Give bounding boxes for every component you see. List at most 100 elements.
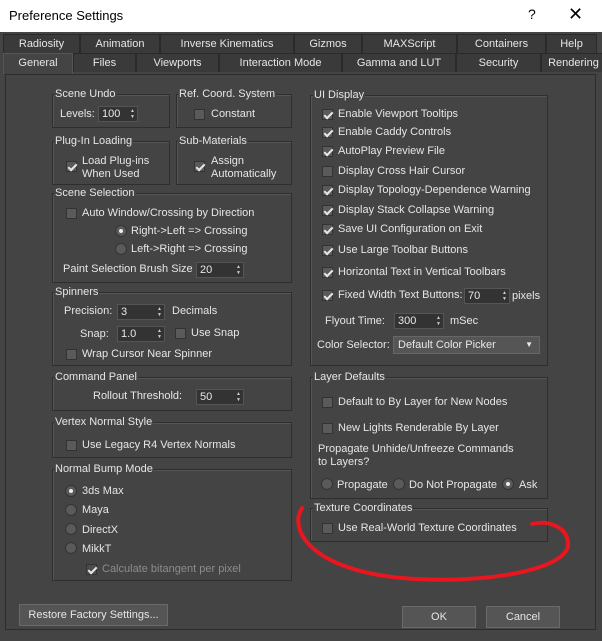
do-not-propagate-radio[interactable]: [393, 478, 405, 490]
load-plugins-label1: Load Plug-ins: [82, 155, 150, 167]
restore-factory-button[interactable]: Restore Factory Settings...: [19, 604, 168, 626]
caddy-controls-label: Enable Caddy Controls: [338, 126, 452, 138]
spinner-arrows-icon: ▲ ▼: [236, 264, 241, 276]
spinner-arrows-icon: ▲ ▼: [502, 290, 507, 302]
load-plugins-checkbox[interactable]: [66, 161, 77, 172]
tab-rendering[interactable]: Rendering: [541, 53, 602, 72]
use-snap-checkbox[interactable]: [175, 328, 186, 339]
levels-spinner[interactable]: 100 ▲ ▼: [98, 106, 138, 122]
fixed-width-spinner[interactable]: 70 ▲ ▼: [464, 288, 510, 304]
normal-bump-title: Normal Bump Mode: [54, 463, 154, 475]
paint-brush-value: 20: [200, 264, 213, 276]
tab-general[interactable]: General: [3, 53, 73, 74]
tab-gizmos[interactable]: Gizmos: [294, 34, 362, 53]
tab-radiosity[interactable]: Radiosity: [3, 34, 80, 53]
save-ui-label: Save UI Configuration on Exit: [338, 223, 483, 235]
flyout-spinner[interactable]: 300 ▲ ▼: [394, 313, 444, 329]
tab-gamma-lut[interactable]: Gamma and LUT: [342, 53, 456, 72]
fixed-width-label: Fixed Width Text Buttons:: [338, 289, 463, 301]
real-world-texture-checkbox[interactable]: [322, 523, 333, 534]
cross-hair-checkbox[interactable]: [322, 166, 333, 177]
paint-brush-spinner[interactable]: 20 ▲ ▼: [196, 262, 244, 278]
tab-maxscript[interactable]: MAXScript: [362, 34, 457, 53]
ok-button[interactable]: OK: [402, 606, 476, 628]
scene-undo-title: Scene Undo: [54, 88, 117, 100]
precision-spinner[interactable]: 3 ▲ ▼: [117, 304, 165, 320]
do-not-propagate-label: Do Not Propagate: [409, 479, 498, 491]
bump-maya-label: Maya: [82, 504, 109, 516]
tab-interaction-mode[interactable]: Interaction Mode: [219, 53, 342, 72]
large-toolbar-label: Use Large Toolbar Buttons: [338, 244, 469, 256]
stack-collapse-label: Display Stack Collapse Warning: [338, 204, 495, 216]
tab-inverse-kinematics[interactable]: Inverse Kinematics: [160, 34, 294, 53]
help-icon[interactable]: ?: [528, 6, 536, 22]
levels-label: Levels:: [60, 108, 95, 120]
tab-files[interactable]: Files: [73, 53, 136, 72]
snap-spinner[interactable]: 1.0 ▲ ▼: [117, 326, 165, 342]
left-right-radio[interactable]: [115, 243, 127, 255]
fixed-width-checkbox[interactable]: [322, 290, 333, 301]
default-bylayer-label: Default to By Layer for New Nodes: [338, 396, 508, 408]
constant-checkbox[interactable]: [194, 109, 205, 120]
propagate-radio[interactable]: [321, 478, 333, 490]
scene-selection-title: Scene Selection: [54, 187, 136, 199]
bump-3dsmax-label: 3ds Max: [82, 485, 124, 497]
rollout-spinner[interactable]: 50 ▲ ▼: [196, 389, 244, 405]
large-toolbar-checkbox[interactable]: [322, 245, 333, 256]
vertex-normal-title: Vertex Normal Style: [54, 416, 154, 428]
bump-mikkt-label: MikkT: [82, 543, 112, 555]
cross-hair-label: Display Cross Hair Cursor: [338, 165, 466, 177]
ref-coord-title: Ref. Coord. System: [178, 88, 276, 100]
new-lights-checkbox[interactable]: [322, 423, 333, 434]
spinner-arrows-icon: ▲ ▼: [236, 391, 241, 403]
window-title: Preference Settings: [9, 8, 124, 23]
chevron-down-icon: ▼: [525, 340, 533, 349]
bump-3dsmax-radio[interactable]: [65, 485, 77, 497]
legacy-normals-checkbox[interactable]: [66, 440, 77, 451]
assign-automatically-checkbox[interactable]: [194, 161, 205, 172]
default-bylayer-checkbox[interactable]: [322, 397, 333, 408]
spinner-arrows-icon: ▲ ▼: [157, 306, 162, 318]
calc-bitangent-label: Calculate bitangent per pixel: [102, 563, 241, 575]
cancel-button[interactable]: Cancel: [486, 606, 560, 628]
ask-radio[interactable]: [502, 478, 514, 490]
caddy-controls-checkbox[interactable]: [322, 127, 333, 138]
save-ui-checkbox[interactable]: [322, 224, 333, 235]
topology-warning-label: Display Topology-Dependence Warning: [338, 184, 531, 196]
bump-mikkt-radio[interactable]: [65, 542, 77, 554]
wrap-cursor-checkbox[interactable]: [66, 349, 77, 360]
autoplay-preview-checkbox[interactable]: [322, 146, 333, 157]
stack-collapse-checkbox[interactable]: [322, 205, 333, 216]
decimals-label: Decimals: [172, 305, 218, 317]
title-bar: Preference Settings ? ✕: [0, 0, 602, 32]
rollout-label: Rollout Threshold:: [93, 390, 183, 402]
bump-maya-radio[interactable]: [65, 504, 77, 516]
sub-materials-title: Sub-Materials: [178, 135, 248, 147]
topology-warning-checkbox[interactable]: [322, 185, 333, 196]
bump-directx-radio[interactable]: [65, 523, 77, 535]
tab-containers[interactable]: Containers: [457, 34, 546, 53]
calc-bitangent-checkbox[interactable]: [86, 564, 97, 575]
flyout-value: 300: [398, 315, 417, 327]
color-selector-dropdown[interactable]: Default Color Picker ▼: [393, 336, 540, 354]
msec-label: mSec: [450, 315, 479, 327]
right-left-radio[interactable]: [115, 225, 127, 237]
viewport-tooltips-checkbox[interactable]: [322, 109, 333, 120]
horizontal-text-checkbox[interactable]: [322, 267, 333, 278]
auto-window-checkbox[interactable]: [66, 208, 77, 219]
wrap-cursor-label: Wrap Cursor Near Spinner: [82, 348, 213, 360]
tab-animation[interactable]: Animation: [80, 34, 160, 53]
texture-coords-title: Texture Coordinates: [313, 502, 414, 514]
tab-viewports[interactable]: Viewports: [136, 53, 219, 72]
right-left-label: Right->Left => Crossing: [131, 225, 248, 237]
legacy-normals-label: Use Legacy R4 Vertex Normals: [82, 439, 236, 451]
viewport-tooltips-label: Enable Viewport Tooltips: [338, 108, 459, 120]
ask-label: Ask: [519, 479, 538, 491]
auto-window-label: Auto Window/Crossing by Direction: [82, 207, 255, 219]
tab-help[interactable]: Help: [546, 34, 597, 53]
use-snap-label: Use Snap: [191, 327, 240, 339]
close-icon[interactable]: ✕: [568, 4, 583, 25]
constant-label: Constant: [211, 108, 256, 120]
tab-security[interactable]: Security: [456, 53, 541, 72]
color-selector-label: Color Selector:: [317, 339, 390, 351]
